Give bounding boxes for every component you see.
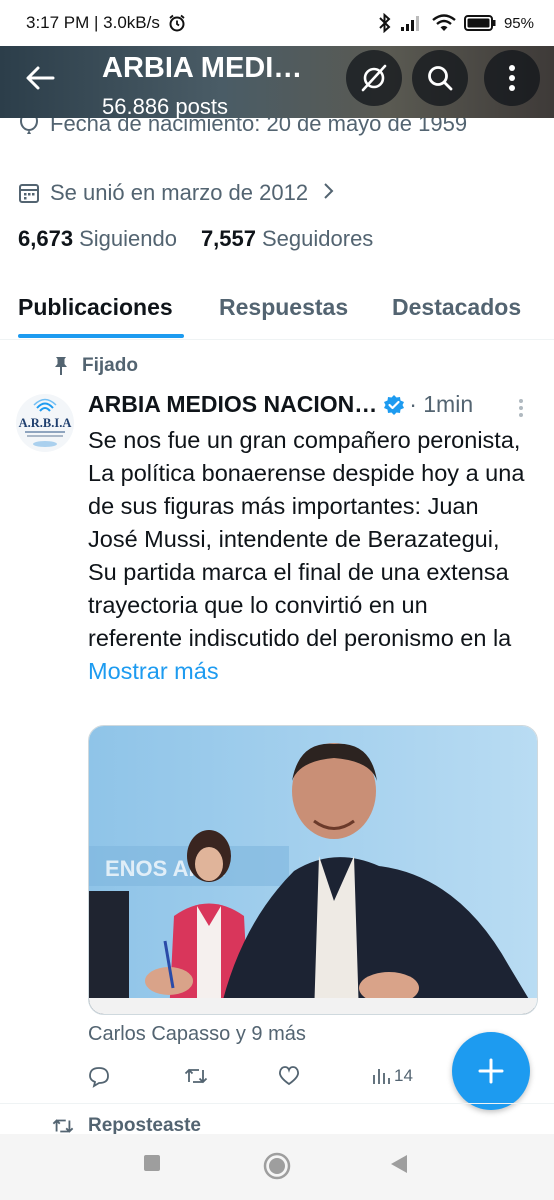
views-button[interactable]: 14 xyxy=(372,1066,413,1086)
following-label: Siguiendo xyxy=(79,226,177,251)
pinned-label: Fijado xyxy=(54,355,138,377)
liked-by-text[interactable]: Carlos Capasso y 9 más xyxy=(88,1023,306,1046)
search-button[interactable] xyxy=(412,50,468,106)
battery-percent: 95% xyxy=(503,14,534,32)
active-tab-indicator xyxy=(18,334,184,338)
repost-icon xyxy=(52,1119,74,1133)
following-link[interactable]: 6,673 Siguiendo xyxy=(18,226,177,252)
triangle-back-icon xyxy=(391,1155,407,1173)
plus-icon xyxy=(478,1058,504,1084)
post-actions: 14 xyxy=(88,1066,418,1092)
show-more-link[interactable]: Mostrar más xyxy=(88,658,219,684)
header-title: ARBIA MEDI… xyxy=(102,52,303,84)
arrow-left-icon xyxy=(26,66,55,90)
wifi-icon xyxy=(432,14,456,31)
more-vertical-icon xyxy=(509,65,515,91)
back-button[interactable] xyxy=(0,38,80,118)
system-nav-bar xyxy=(0,1134,554,1200)
tab-destacados[interactable]: Destacados xyxy=(392,294,521,321)
tab-respuestas[interactable]: Respuestas xyxy=(219,294,348,321)
reply-button[interactable] xyxy=(88,1066,110,1088)
battery-icon xyxy=(463,15,496,31)
post-more-button[interactable] xyxy=(518,398,524,423)
joined-line[interactable]: Se unió en marzo de 2012 xyxy=(18,180,336,210)
avatar[interactable]: A.R.B.I.A xyxy=(16,394,74,452)
more-options-button[interactable] xyxy=(484,50,540,106)
post-time: · 1min xyxy=(409,391,474,417)
chevron-right-icon xyxy=(324,183,334,199)
calendar-icon xyxy=(18,182,40,210)
home-button[interactable] xyxy=(263,1152,291,1185)
post-text: Se nos fue un gran compañero peronista, … xyxy=(88,424,528,688)
square-icon xyxy=(144,1155,160,1171)
pinned-text: Fijado xyxy=(82,355,138,376)
post-image[interactable]: ENOS AIRE xyxy=(88,725,538,1015)
tab-publicaciones[interactable]: Publicaciones xyxy=(18,294,173,321)
avatar-logo-text: A.R.B.I.A xyxy=(19,416,72,430)
followers-count: 7,557 xyxy=(200,226,256,251)
reply-icon xyxy=(89,1067,109,1088)
like-button[interactable] xyxy=(278,1066,300,1086)
followers-link[interactable]: 7,557 Seguidores xyxy=(201,226,373,252)
back-nav-button[interactable] xyxy=(390,1154,408,1179)
post-author[interactable]: ARBIA MEDIOS NACION… xyxy=(88,391,377,418)
recents-button[interactable] xyxy=(143,1154,161,1177)
verified-badge-icon xyxy=(384,394,405,415)
status-time: 3:17 PM | 3.0kB/s xyxy=(26,13,160,32)
status-bar: 3:17 PM | 3.0kB/s 95% xyxy=(0,0,554,46)
pin-icon xyxy=(55,357,67,375)
joined-text: Se unió en marzo de 2012 xyxy=(50,180,309,205)
following-count: 6,673 xyxy=(18,226,74,251)
reposted-text: Reposteaste xyxy=(88,1116,201,1136)
post-divider xyxy=(0,1103,554,1104)
grok-icon xyxy=(361,64,387,92)
circle-icon xyxy=(263,1152,291,1180)
repost-button[interactable] xyxy=(184,1066,208,1086)
views-chart-icon xyxy=(373,1069,390,1084)
post-header: ARBIA MEDIOS NACION… · 1min xyxy=(88,391,473,418)
header-posts-count: 56.886 posts xyxy=(102,94,228,118)
grok-button[interactable] xyxy=(346,50,402,106)
follow-counts: 6,673 Siguiendo 7,557 Seguidores xyxy=(18,226,373,252)
compose-post-button[interactable] xyxy=(452,1032,530,1110)
more-vertical-icon xyxy=(519,399,523,417)
bluetooth-icon xyxy=(379,13,391,33)
profile-header-bar: ARBIA MEDI… 56.886 posts xyxy=(0,38,554,118)
alarm-icon xyxy=(169,14,185,32)
profile-tabs: Publicaciones Respuestas Destacados xyxy=(0,282,554,340)
signal-icon xyxy=(400,16,419,31)
search-icon xyxy=(428,66,453,91)
views-count: 14 xyxy=(394,1066,413,1085)
post-body-text: Se nos fue un gran compañero peronista, … xyxy=(88,427,525,651)
reposted-label: Reposteaste xyxy=(52,1116,201,1136)
heart-icon xyxy=(279,1066,299,1086)
repost-icon xyxy=(184,1068,208,1084)
followers-label: Seguidores xyxy=(262,226,374,251)
